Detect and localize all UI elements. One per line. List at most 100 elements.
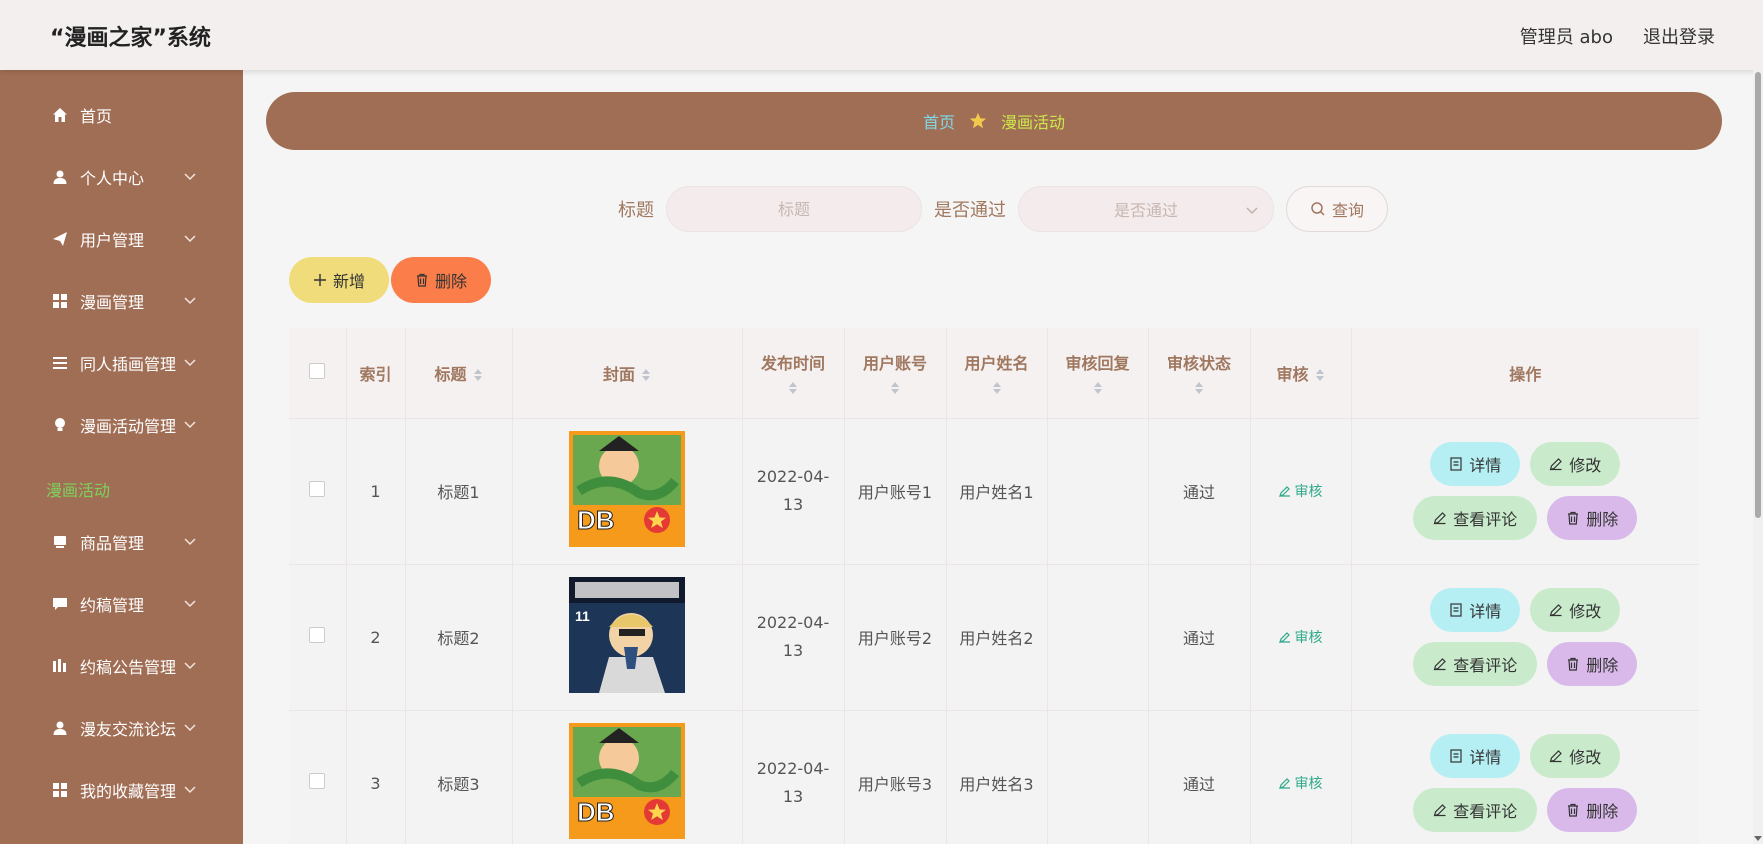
sidebar-item-my-collection[interactable]: 我的收藏管理 xyxy=(0,772,243,808)
sidebar-item-user-management[interactable]: 用户管理 xyxy=(0,221,243,257)
select-all-cell[interactable] xyxy=(289,328,347,418)
cell-audit: 审核 xyxy=(1250,564,1352,710)
chevron-down-icon xyxy=(184,724,196,732)
header-publish-time-label: 发布时间 xyxy=(760,353,825,373)
view-comments-button[interactable]: 查看评论 xyxy=(1413,642,1538,686)
pass-select[interactable]: 是否通过 xyxy=(1018,186,1274,232)
title-search-input[interactable] xyxy=(666,186,922,232)
select-all-checkbox[interactable] xyxy=(309,362,326,379)
delete-button[interactable]: 删除 xyxy=(1547,642,1638,686)
view-comments-button-label: 查看评论 xyxy=(1453,802,1518,822)
cell-title: 标题2 xyxy=(405,564,513,710)
scrollbar-thumb[interactable] xyxy=(1755,72,1761,518)
query-button[interactable]: 查询 xyxy=(1286,186,1388,232)
sort-icon[interactable] xyxy=(890,380,900,396)
edit-button[interactable]: 修改 xyxy=(1530,442,1621,486)
row-checkbox[interactable] xyxy=(309,481,326,497)
scroll-down-arrow-icon[interactable] xyxy=(1754,834,1762,842)
audit-link[interactable]: 审核 xyxy=(1278,627,1323,647)
audit-link-label: 审核 xyxy=(1294,630,1323,646)
delete-button-label: 删除 xyxy=(1586,510,1619,529)
trash-icon xyxy=(1568,657,1579,671)
header-title[interactable]: 标题 xyxy=(405,328,513,418)
current-user[interactable]: 管理员 abo xyxy=(1520,23,1613,49)
audit-link[interactable]: 审核 xyxy=(1278,773,1323,793)
row-select-cell[interactable] xyxy=(289,418,347,564)
edit-icon xyxy=(1433,658,1447,671)
header-audit-status-label: 审核状态 xyxy=(1166,353,1231,373)
search-icon xyxy=(1311,202,1325,216)
edit-icon xyxy=(1433,512,1447,525)
header-audit[interactable]: 审核 xyxy=(1250,328,1352,418)
row-checkbox[interactable] xyxy=(309,627,326,643)
dragon-ball-cover-image[interactable]: DB xyxy=(569,431,685,547)
header-audit-reply[interactable]: 审核回复 xyxy=(1047,328,1149,418)
sidebar-item-home[interactable]: 首页 xyxy=(0,97,243,133)
header-actions: 管理员 abo 退出登录 xyxy=(1520,23,1715,49)
header-user-account[interactable]: 用户账号 xyxy=(844,328,947,418)
view-comments-button[interactable]: 查看评论 xyxy=(1413,496,1538,540)
delete-button[interactable]: 删除 xyxy=(1547,496,1638,540)
sort-icon[interactable] xyxy=(473,367,483,383)
cell-user-name: 用户姓名2 xyxy=(946,564,1048,710)
sidebar-item-label: 漫友交流论坛 xyxy=(80,720,177,739)
sidebar-item-forum[interactable]: 漫友交流论坛 xyxy=(0,710,243,746)
chevron-down-icon xyxy=(184,786,196,794)
row-select-cell[interactable] xyxy=(289,564,347,710)
edit-button[interactable]: 修改 xyxy=(1530,588,1621,632)
row-checkbox[interactable] xyxy=(309,773,326,790)
pass-select-placeholder: 是否通过 xyxy=(1113,201,1178,220)
sidebar-item-label: 漫画活动管理 xyxy=(80,417,177,436)
sidebar-subitem-comic-activity[interactable]: 漫画活动 xyxy=(46,477,110,501)
sidebar-item-comic-activity-management[interactable]: 漫画活动管理 xyxy=(0,407,243,443)
view-comments-button-label: 查看评论 xyxy=(1453,510,1518,529)
edit-button[interactable]: 修改 xyxy=(1530,734,1621,779)
header-user-name[interactable]: 用户姓名 xyxy=(946,328,1048,418)
header-cover-label: 封面 xyxy=(602,364,635,384)
audit-link[interactable]: 审核 xyxy=(1278,481,1323,501)
detail-button[interactable]: 详情 xyxy=(1430,442,1521,486)
header-cover[interactable]: 封面 xyxy=(512,328,743,418)
cell-audit-reply xyxy=(1047,418,1149,564)
sidebar-item-label: 约稿公告管理 xyxy=(80,658,177,677)
jujutsu-kaisen-cover-image[interactable]: 11 xyxy=(569,577,685,693)
cell-audit-reply xyxy=(1047,710,1149,844)
header-audit-status[interactable]: 审核状态 xyxy=(1148,328,1251,418)
sort-icon[interactable] xyxy=(1315,367,1325,383)
svg-text:DB: DB xyxy=(577,797,615,827)
sidebar-item-fan-art-management[interactable]: 同人插画管理 xyxy=(0,345,243,381)
chevron-down-icon xyxy=(184,600,196,608)
search-bar: 标题 是否通过 是否通过 查询 xyxy=(243,185,1763,233)
detail-button[interactable]: 详情 xyxy=(1430,734,1521,779)
detail-button[interactable]: 详情 xyxy=(1430,588,1521,632)
cell-user-name: 用户姓名3 xyxy=(946,710,1048,844)
edit-button-label: 修改 xyxy=(1569,456,1602,475)
breadcrumb-home[interactable]: 首页 xyxy=(923,109,955,133)
dragon-ball-cover-image[interactable]: DB xyxy=(569,723,685,840)
sort-icon[interactable] xyxy=(1194,380,1204,396)
cell-ops: 详情 修改 查看评论 删除 xyxy=(1351,418,1699,564)
header-user-account-label: 用户账号 xyxy=(862,353,927,373)
sort-icon[interactable] xyxy=(641,367,651,383)
sidebar-item-goods-management[interactable]: 商品管理 xyxy=(0,524,243,560)
sort-icon[interactable] xyxy=(1093,380,1103,396)
sidebar-item-personal-center[interactable]: 个人中心 xyxy=(0,159,243,195)
detail-button-label: 详情 xyxy=(1469,748,1502,768)
add-button[interactable]: 新增 xyxy=(289,257,389,303)
vertical-scrollbar[interactable] xyxy=(1753,70,1763,844)
sort-icon[interactable] xyxy=(992,380,1002,396)
delete-button[interactable]: 删除 xyxy=(1547,788,1638,833)
sidebar-item-commission-notice-management[interactable]: 约稿公告管理 xyxy=(0,648,243,684)
view-comments-button[interactable]: 查看评论 xyxy=(1413,788,1538,833)
header-publish-time[interactable]: 发布时间 xyxy=(742,328,845,418)
chat-icon xyxy=(50,594,70,614)
query-button-label: 查询 xyxy=(1331,201,1364,220)
sidebar-item-commission-management[interactable]: 约稿管理 xyxy=(0,586,243,622)
sort-icon[interactable] xyxy=(788,380,798,396)
logout-link[interactable]: 退出登录 xyxy=(1643,23,1715,49)
row-select-cell[interactable] xyxy=(289,710,347,844)
edit-icon xyxy=(1549,604,1563,617)
bulk-delete-button[interactable]: 删除 xyxy=(391,257,491,303)
sidebar-item-comic-management[interactable]: 漫画管理 xyxy=(0,283,243,319)
table-row: 2 标题2 11 2022-04-13 用户账号2 用户姓名2 通过 审核 详情… xyxy=(289,564,1699,710)
